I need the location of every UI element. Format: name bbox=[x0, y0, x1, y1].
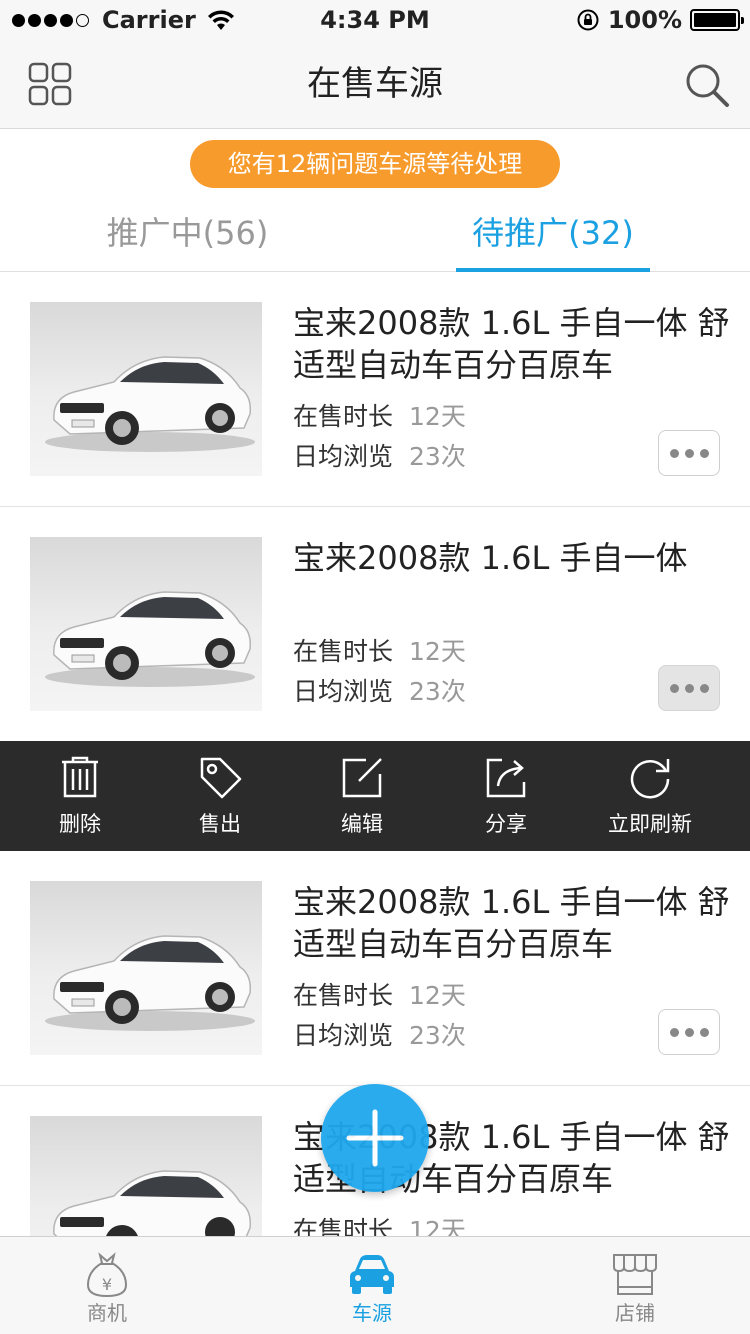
car-title: 宝来2008款 1.6L 手自一体 bbox=[293, 539, 688, 577]
status-bar: Carrier 4:34 PM 100% bbox=[0, 0, 750, 40]
duration-label: 在售时长 bbox=[293, 981, 394, 1010]
nav-bar: 在售车源 bbox=[0, 40, 750, 129]
shop-icon bbox=[613, 1254, 657, 1295]
car-list-item[interactable]: 宝来2008款 1.6L 手自一体 舒适型自动车百分百原车 在售时长 12天 日均… bbox=[0, 272, 750, 507]
car-list-item[interactable]: 宝来2008款 1.6L 手自一体 舒适型自动车百分百原车 在售时长 12天 日均… bbox=[0, 851, 750, 1086]
action-label: 删除 bbox=[59, 812, 101, 836]
tag-icon bbox=[200, 757, 242, 799]
duration-value: 12天 bbox=[409, 1216, 466, 1236]
duration-row: 在售时长 12天 bbox=[293, 402, 466, 432]
battery-icon bbox=[690, 9, 744, 31]
car-photo bbox=[30, 1116, 262, 1236]
views-label: 日均浏览 bbox=[293, 442, 394, 471]
duration-value: 12天 bbox=[409, 981, 466, 1010]
add-car-button[interactable] bbox=[321, 1084, 429, 1192]
tab-pending[interactable]: 待推广(32) bbox=[456, 200, 650, 272]
refresh-icon bbox=[630, 759, 670, 799]
search-icon[interactable] bbox=[682, 60, 732, 110]
trash-icon bbox=[62, 756, 98, 798]
svg-text:¥: ¥ bbox=[102, 1275, 112, 1294]
action-label: 分享 bbox=[485, 812, 527, 836]
duration-row: 在售时长 12天 bbox=[293, 981, 466, 1011]
share-button[interactable]: 分享 bbox=[446, 741, 566, 851]
views-value: 23次 bbox=[409, 1021, 466, 1050]
tab-promoting[interactable]: 推广中(56) bbox=[90, 200, 285, 272]
views-value: 23次 bbox=[409, 677, 466, 706]
action-label: 编辑 bbox=[341, 812, 383, 836]
views-label: 日均浏览 bbox=[293, 1021, 394, 1050]
duration-label: 在售时长 bbox=[293, 637, 394, 666]
action-label: 立即刷新 bbox=[608, 812, 692, 836]
car-photo bbox=[30, 881, 262, 1055]
action-label: 售出 bbox=[199, 812, 241, 836]
car-title: 宝来2008款 1.6L 手自一体 舒适型自动车百分百原车 bbox=[293, 304, 730, 384]
car-photo bbox=[30, 537, 262, 711]
tab-shop[interactable]: 店铺 bbox=[565, 1237, 705, 1334]
more-button[interactable] bbox=[658, 1009, 720, 1055]
duration-row: 在售时长 12天 bbox=[293, 637, 466, 667]
views-row: 日均浏览 23次 bbox=[293, 677, 466, 707]
rotation-lock-icon bbox=[577, 9, 599, 31]
plus-icon bbox=[346, 1109, 404, 1167]
tab-label: 店铺 bbox=[615, 1301, 655, 1325]
action-bar: 删除 售出 编辑 分享 立即刷新 bbox=[0, 741, 750, 851]
edit-button[interactable]: 编辑 bbox=[302, 741, 422, 851]
status-right: 100% bbox=[576, 4, 744, 36]
views-value: 23次 bbox=[409, 442, 466, 471]
tab-bar-top: 推广中(56) 待推广(32) bbox=[0, 200, 750, 272]
views-label: 日均浏览 bbox=[293, 677, 394, 706]
page-title: 在售车源 bbox=[307, 64, 443, 104]
tab-label: 商机 bbox=[87, 1301, 127, 1325]
battery-percent: 100% bbox=[607, 6, 682, 34]
tab-car-source[interactable]: 车源 bbox=[302, 1237, 442, 1334]
more-button[interactable] bbox=[658, 430, 720, 476]
car-icon bbox=[350, 1255, 394, 1294]
car-list-item[interactable]: 宝来2008款 1.6L 手自一体 在售时长 12天 日均浏览 23次 bbox=[0, 507, 750, 741]
views-row: 日均浏览 23次 bbox=[293, 1021, 466, 1051]
problem-notice-button[interactable]: 您有12辆问题车源等待处理 bbox=[190, 140, 560, 188]
duration-row: 在售时长 12天 bbox=[293, 1216, 466, 1236]
bottom-tab-bar: ¥ 商机 车源 店铺 bbox=[0, 1236, 750, 1334]
car-title: 宝来2008款 1.6L 手自一体 舒适型自动车百分百原车 bbox=[293, 883, 730, 963]
refresh-button[interactable]: 立即刷新 bbox=[590, 741, 710, 851]
sold-button[interactable]: 售出 bbox=[160, 741, 280, 851]
duration-value: 12天 bbox=[409, 637, 466, 666]
duration-label: 在售时长 bbox=[293, 1216, 394, 1236]
delete-button[interactable]: 删除 bbox=[20, 741, 140, 851]
duration-value: 12天 bbox=[409, 402, 466, 431]
edit-icon bbox=[342, 758, 382, 798]
car-photo bbox=[30, 302, 262, 476]
duration-label: 在售时长 bbox=[293, 402, 394, 431]
tab-opportunities[interactable]: ¥ 商机 bbox=[37, 1237, 177, 1334]
views-row: 日均浏览 23次 bbox=[293, 442, 466, 472]
money-bag-icon: ¥ bbox=[86, 1252, 128, 1298]
tab-label: 车源 bbox=[352, 1301, 392, 1325]
more-button[interactable] bbox=[658, 665, 720, 711]
share-icon bbox=[486, 758, 526, 798]
